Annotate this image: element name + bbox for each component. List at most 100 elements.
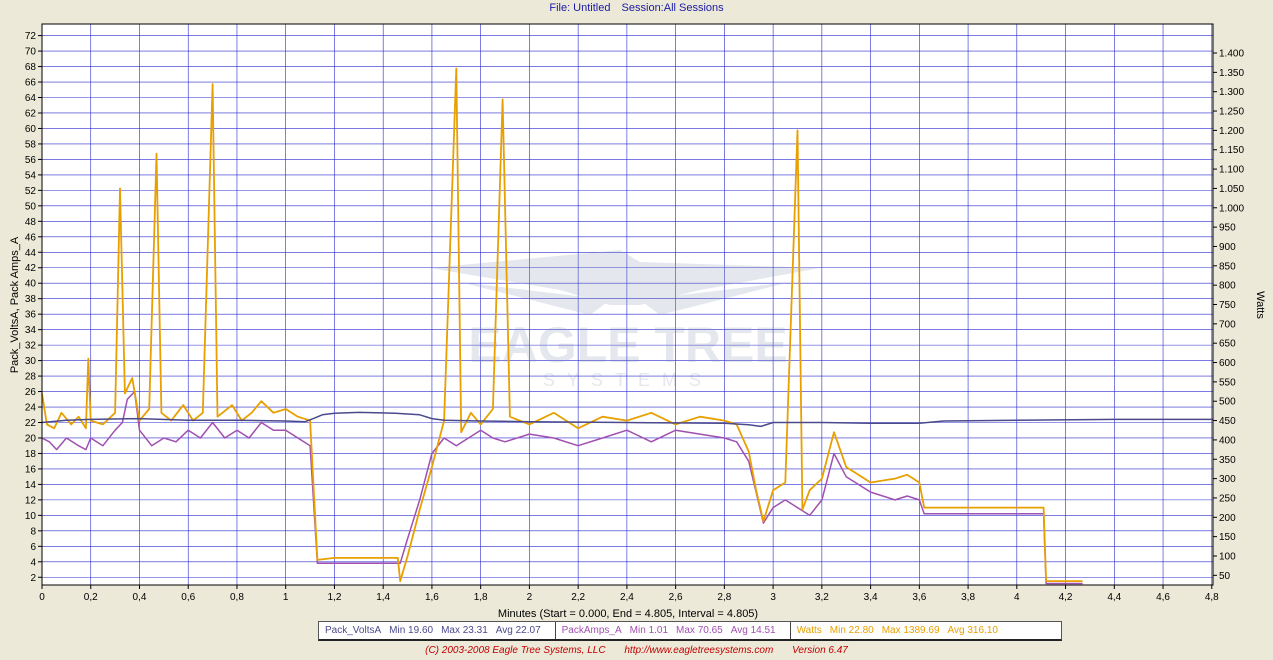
y-left-axis-ticks: 2468101214161820222426283032343638404244… (25, 31, 42, 584)
y-left-tick-label: 18 (25, 449, 37, 460)
y-right-tick-label: 1.050 (1219, 184, 1244, 195)
y-right-tick-label: 150 (1219, 532, 1236, 543)
y-right-tick-label: 1.200 (1219, 126, 1244, 137)
x-tick-label: 3,2 (815, 592, 829, 603)
y-left-tick-label: 6 (30, 542, 36, 553)
x-tick-label: 3 (770, 592, 776, 603)
x-tick-label: 0,6 (181, 592, 195, 603)
y-right-tick-label: 1.400 (1219, 49, 1244, 60)
x-tick-label: 2,4 (620, 592, 634, 603)
y-left-tick-label: 28 (25, 372, 37, 383)
y-left-tick-label: 26 (25, 387, 37, 398)
x-tick-label: 1 (283, 592, 289, 603)
y-left-tick-label: 16 (25, 464, 37, 475)
y-left-tick-label: 8 (30, 526, 36, 537)
legend-item-amps[interactable]: PackAmps_A Min 1.01 Max 70.65 Avg 14.51 (556, 622, 791, 639)
legend-avg: Avg 22.07 (495, 625, 541, 636)
y-left-tick-label: 32 (25, 341, 37, 352)
y-left-tick-label: 70 (25, 47, 37, 58)
y-right-tick-label: 950 (1219, 223, 1236, 234)
x-tick-label: 2,8 (717, 592, 731, 603)
y-right-tick-label: 300 (1219, 474, 1236, 485)
y-right-tick-label: 400 (1219, 435, 1236, 446)
chart-svg[interactable]: EAGLE TREE SYSTEMS 0 0,2 0,4 0,6 0,8 1 1,2 1,4 1… (0, 0, 1273, 620)
y-left-tick-label: 56 (25, 155, 37, 166)
legend-avg: Avg 14.51 (730, 625, 776, 636)
x-tick-label: 1,4 (376, 592, 390, 603)
legend-item-volts[interactable]: Pack_VoltsA Min 19.60 Max 23.31 Avg 22.0… (319, 622, 556, 639)
y-right-tick-label: 800 (1219, 281, 1236, 292)
y-right-tick-label: 900 (1219, 242, 1236, 253)
x-tick-label: 4,8 (1205, 592, 1219, 603)
y-right-tick-label: 650 (1219, 339, 1236, 350)
footer-url[interactable]: http://www.eagletreesystems.com (624, 645, 773, 656)
y-left-tick-label: 34 (25, 325, 37, 336)
footer-version: Version 6.47 (792, 645, 848, 656)
y-right-tick-label: 100 (1219, 551, 1236, 562)
x-tick-label: 2,6 (669, 592, 683, 603)
y-left-tick-label: 38 (25, 294, 37, 305)
legend-avg: Avg 316.10 (947, 625, 998, 636)
y-left-tick-label: 2 (30, 573, 36, 584)
y-right-tick-label: 200 (1219, 513, 1236, 524)
y-left-tick-label: 4 (30, 557, 36, 568)
y-right-tick-label: 700 (1219, 319, 1236, 330)
y-left-tick-label: 12 (25, 495, 37, 506)
x-tick-label: 0 (39, 592, 45, 603)
y-right-tick-label: 1.150 (1219, 145, 1244, 156)
y-left-tick-label: 14 (25, 480, 37, 491)
y-left-tick-label: 44 (25, 248, 37, 259)
x-axis-label: Minutes (Start = 0.000, End = 4.805, Int… (498, 608, 758, 620)
y-right-tick-label: 550 (1219, 377, 1236, 388)
y-left-tick-label: 72 (25, 31, 37, 42)
footer-copyright: (C) 2003-2008 Eagle Tree Systems, LLC (425, 645, 606, 656)
y-right-tick-label: 1.350 (1219, 68, 1244, 79)
y-right-tick-label: 50 (1219, 571, 1231, 582)
y-left-tick-label: 10 (25, 511, 37, 522)
y-right-tick-label: 1.300 (1219, 87, 1244, 98)
y-right-tick-label: 1.250 (1219, 107, 1244, 118)
x-tick-label: 1,2 (327, 592, 341, 603)
legend: Pack_VoltsA Min 19.60 Max 23.31 Avg 22.0… (318, 621, 1062, 641)
x-tick-label: 3,6 (912, 592, 926, 603)
y-left-axis-label: Pack_VoltsA, Pack Amps_A (9, 236, 21, 373)
y-left-tick-label: 48 (25, 217, 37, 228)
legend-name: PackAmps_A (561, 625, 622, 636)
y-left-tick-label: 20 (25, 433, 37, 444)
y-left-tick-label: 64 (25, 93, 37, 104)
x-tick-label: 1,6 (425, 592, 439, 603)
y-right-tick-label: 350 (1219, 455, 1236, 466)
y-right-axis-label: Watts (1254, 291, 1266, 319)
y-left-tick-label: 68 (25, 62, 37, 73)
footer: (C) 2003-2008 Eagle Tree Systems, LLC ht… (0, 645, 1273, 656)
legend-item-watts[interactable]: Watts Min 22.80 Max 1389.69 Avg 316.10 (791, 622, 1012, 639)
x-tick-label: 0,4 (133, 592, 147, 603)
legend-name: Watts (796, 625, 822, 636)
x-tick-label: 0,8 (230, 592, 244, 603)
y-right-axis-ticks: 50 100 150 200 250 300 350 400 450 500 550 600 650 70… (1213, 49, 1244, 582)
y-left-tick-label: 30 (25, 356, 37, 367)
x-tick-label: 2 (527, 592, 533, 603)
x-tick-label: 1,8 (474, 592, 488, 603)
y-right-tick-label: 600 (1219, 358, 1236, 369)
y-left-tick-label: 24 (25, 403, 37, 414)
watermark-line1: EAGLE TREE (468, 317, 787, 373)
y-right-tick-label: 1.000 (1219, 203, 1244, 214)
y-left-tick-label: 60 (25, 124, 37, 135)
y-left-tick-label: 52 (25, 186, 37, 197)
watermark-line2: SYSTEMS (543, 370, 713, 390)
y-left-tick-label: 58 (25, 139, 37, 150)
x-tick-label: 4 (1014, 592, 1020, 603)
watermark: EAGLE TREE SYSTEMS (430, 250, 820, 390)
y-left-tick-label: 46 (25, 232, 37, 243)
legend-min: Min 1.01 (629, 625, 669, 636)
y-left-tick-label: 54 (25, 170, 37, 181)
y-left-tick-label: 42 (25, 263, 37, 274)
y-left-tick-label: 66 (25, 78, 37, 89)
y-left-tick-label: 62 (25, 108, 37, 119)
x-axis-ticks: 0 0,2 0,4 0,6 0,8 1 1,2 1,4 1,6 1,8 2 2,2 2,4 2,6 2,8 3… (39, 585, 1219, 603)
legend-max: Max 23.31 (441, 625, 488, 636)
y-right-tick-label: 250 (1219, 493, 1236, 504)
legend-min: Min 22.80 (829, 625, 874, 636)
x-tick-label: 2,2 (571, 592, 585, 603)
